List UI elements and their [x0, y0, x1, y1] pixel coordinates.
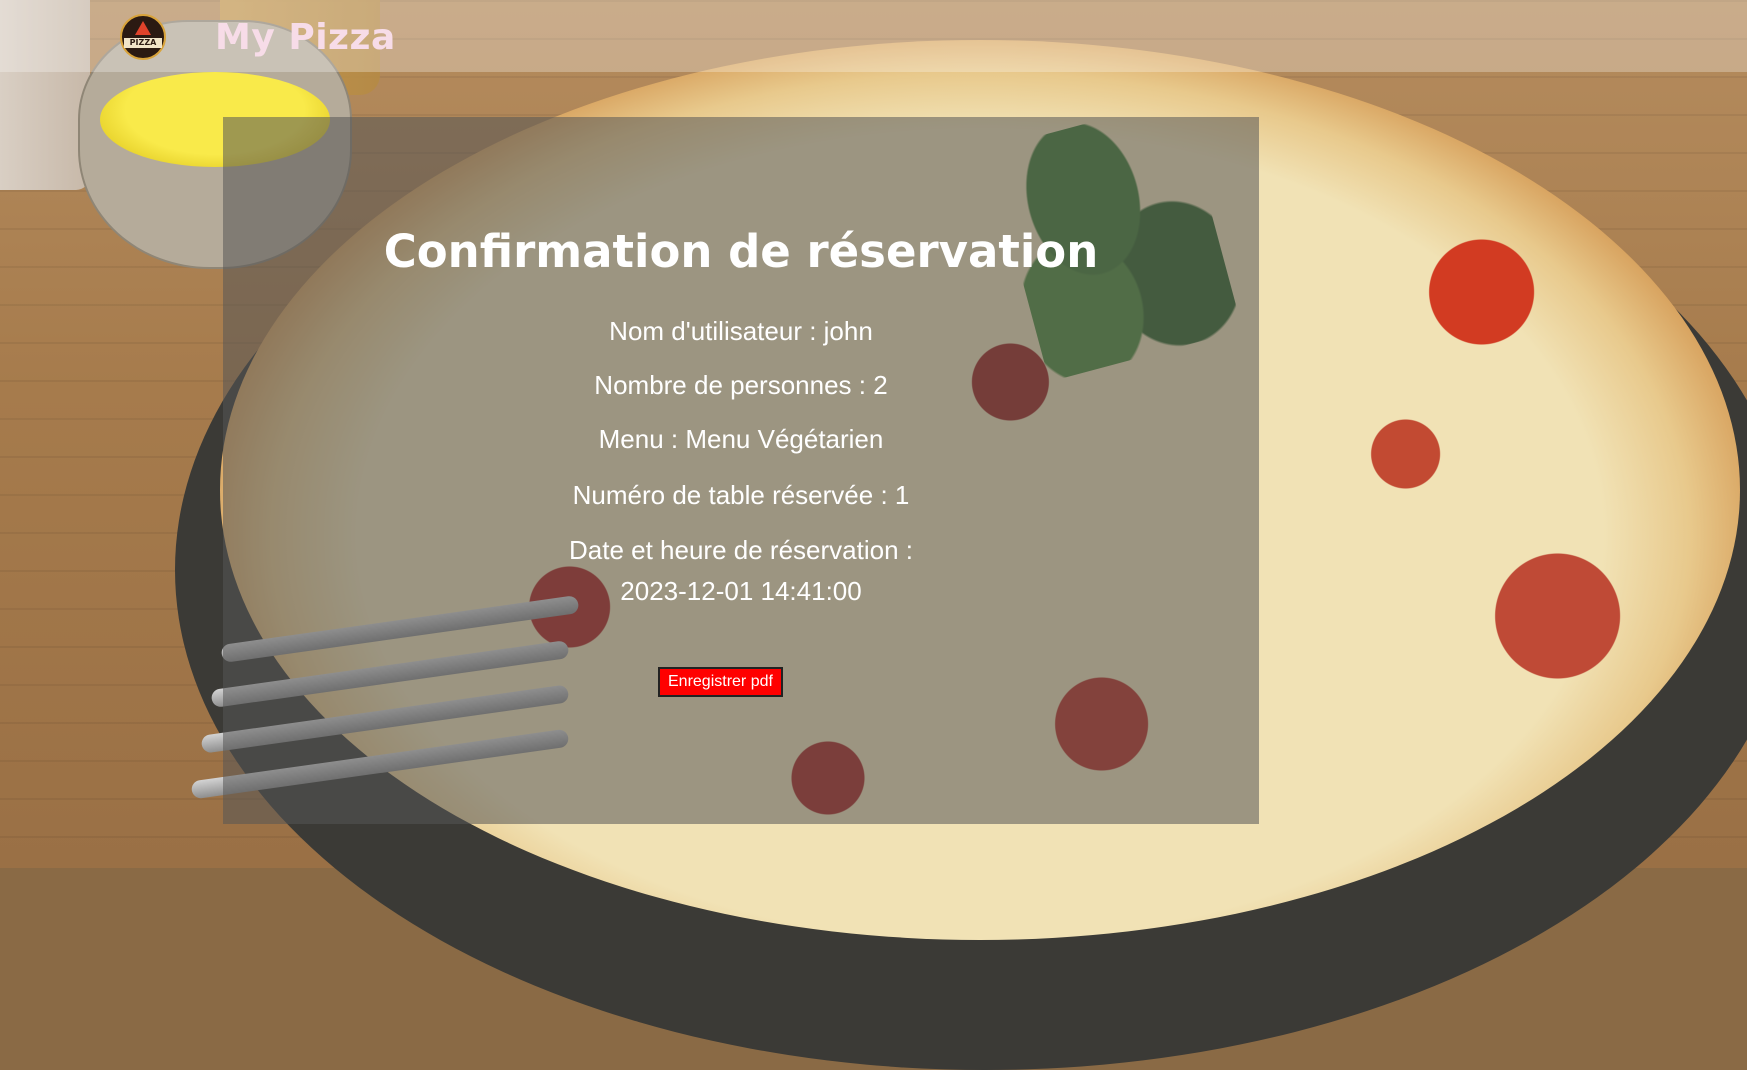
datetime-label: Date et heure de réservation :: [569, 535, 913, 565]
site-title[interactable]: My Pizza: [215, 20, 396, 56]
save-pdf-button[interactable]: Enregistrer pdf: [658, 667, 783, 697]
page-title: Confirmation de réservation: [383, 225, 1099, 278]
logo-text: PIZZA: [124, 38, 162, 48]
people-line: Nombre de personnes : 2: [594, 370, 888, 400]
username-line: Nom d'utilisateur : john: [609, 316, 873, 346]
pizza-logo-icon[interactable]: PIZZA: [120, 14, 166, 60]
logo-flame: [135, 21, 151, 35]
table-line: Numéro de table réservée : 1: [572, 480, 910, 510]
confirmation-panel: Confirmation de réservation Nom d'utilis…: [223, 117, 1259, 824]
datetime-value: 2023-12-01 14:41:00: [620, 576, 862, 606]
top-header: PIZZA My Pizza: [0, 0, 1747, 72]
menu-line: Menu : Menu Végétarien: [598, 424, 884, 454]
